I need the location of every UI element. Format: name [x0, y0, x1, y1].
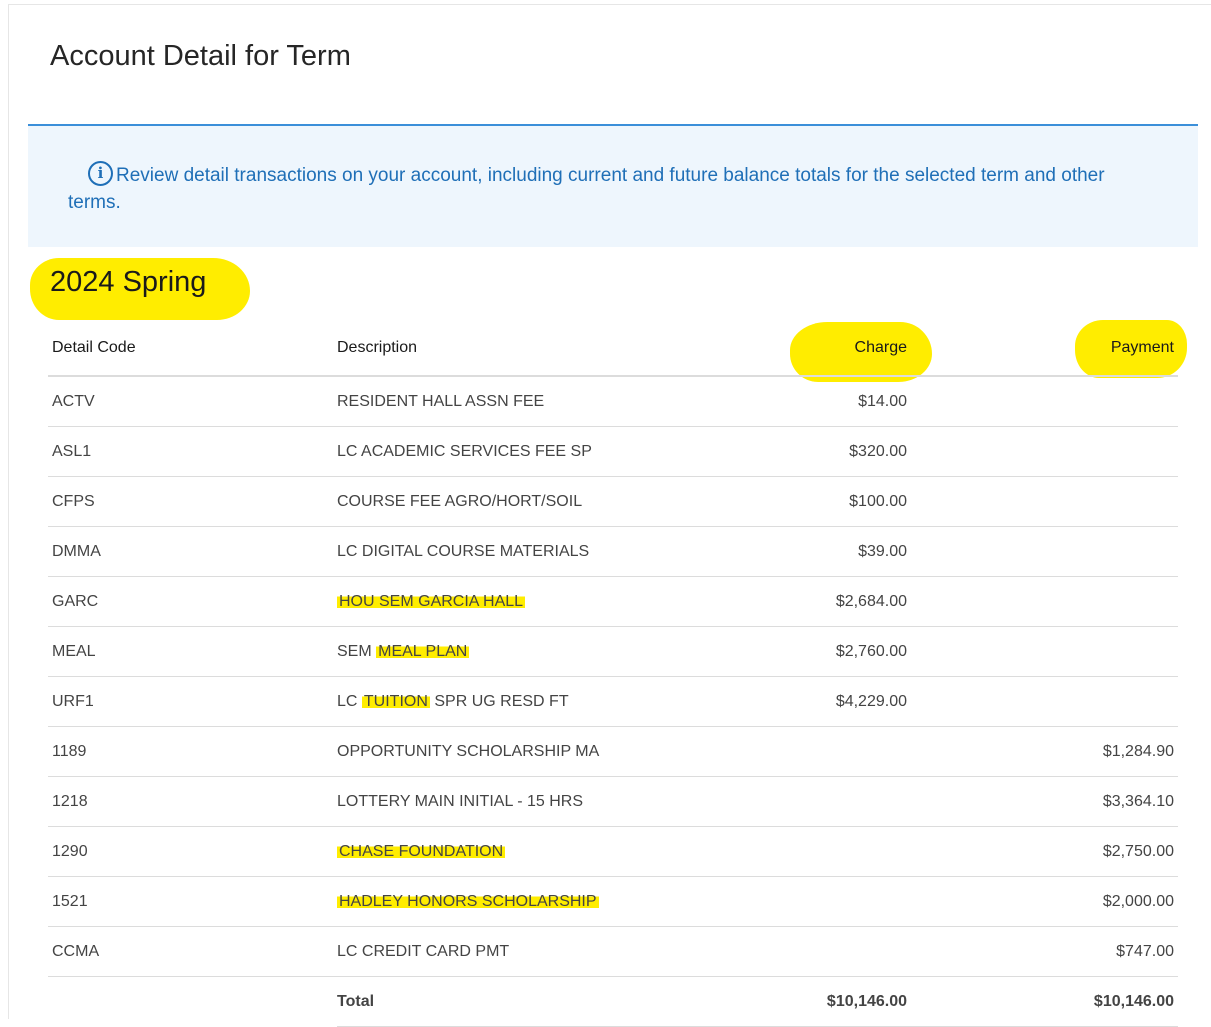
payment-amount: [911, 476, 1178, 527]
transactions-table: Detail Code Description Charge Payment A…: [48, 320, 1178, 1027]
total-charge: $10,146.00: [807, 976, 911, 1027]
detail-code: ACTV: [48, 376, 337, 427]
header-detail-code: Detail Code: [48, 320, 337, 377]
charge-amount: [807, 926, 911, 977]
payment-amount: [911, 526, 1178, 577]
total-label: Total: [337, 976, 807, 1027]
charge-amount: [807, 826, 911, 877]
highlighted-description: CHASE FOUNDATION: [337, 842, 506, 860]
header-charge: Charge: [807, 320, 911, 377]
charge-amount: [807, 876, 911, 927]
payment-amount: [911, 576, 1178, 627]
header-payment: Payment: [911, 320, 1178, 377]
description: SEM MEAL PLAN: [337, 626, 807, 677]
payment-amount: [911, 376, 1178, 427]
highlighted-description: TUITION: [361, 692, 430, 710]
detail-code: ASL1: [48, 426, 337, 477]
charge-amount: $2,684.00: [807, 576, 911, 627]
description-prefix: LC: [337, 692, 362, 710]
table-row: ACTV RESIDENT HALL ASSN FEE $14.00: [48, 376, 1178, 427]
description: RESIDENT HALL ASSN FEE: [337, 376, 807, 427]
description: LC CREDIT CARD PMT: [337, 926, 807, 977]
detail-code: DMMA: [48, 526, 337, 577]
payment-amount: $747.00: [911, 926, 1178, 977]
table-row: 1189 OPPORTUNITY SCHOLARSHIP MA $1,284.9…: [48, 726, 1178, 777]
charge-amount: $2,760.00: [807, 626, 911, 677]
charge-amount: $39.00: [807, 526, 911, 577]
description: COURSE FEE AGRO/HORT/SOIL: [337, 476, 807, 527]
charge-amount: [807, 776, 911, 827]
charge-amount: $100.00: [807, 476, 911, 527]
detail-code: CCMA: [48, 926, 337, 977]
payment-amount: $2,750.00: [911, 826, 1178, 877]
total-spacer: [48, 977, 337, 1027]
table-row: 1218 LOTTERY MAIN INITIAL - 15 HRS $3,36…: [48, 776, 1178, 827]
description: OPPORTUNITY SCHOLARSHIP MA: [337, 726, 807, 777]
payment-amount: [911, 676, 1178, 727]
payment-amount: $1,284.90: [911, 726, 1178, 777]
description: LOTTERY MAIN INITIAL - 15 HRS: [337, 776, 807, 827]
payment-amount: $2,000.00: [911, 876, 1178, 927]
payment-amount: [911, 426, 1178, 477]
description-prefix: SEM: [337, 642, 377, 660]
page-frame-left: [8, 4, 9, 1019]
detail-code: GARC: [48, 576, 337, 627]
term-heading: 2024 Spring: [50, 266, 207, 298]
charge-amount: $4,229.00: [807, 676, 911, 727]
info-banner: i Review detail transactions on your acc…: [28, 126, 1198, 247]
detail-code: 1290: [48, 826, 337, 877]
highlighted-description: HADLEY HONORS SCHOLARSHIP: [337, 892, 599, 910]
description: LC ACADEMIC SERVICES FEE SP: [337, 426, 807, 477]
detail-code: 1521: [48, 876, 337, 927]
payment-amount: [911, 626, 1178, 677]
table-header-row: Detail Code Description Charge Payment: [48, 320, 1178, 377]
header-description: Description: [337, 320, 807, 377]
table-row: CFPS COURSE FEE AGRO/HORT/SOIL $100.00: [48, 476, 1178, 527]
charge-amount: [807, 726, 911, 777]
detail-code: CFPS: [48, 476, 337, 527]
detail-code: MEAL: [48, 626, 337, 677]
description: LC TUITION SPR UG RESD FT: [337, 676, 807, 727]
total-payment: $10,146.00: [911, 976, 1178, 1027]
charge-amount: $320.00: [807, 426, 911, 477]
detail-code: URF1: [48, 676, 337, 727]
payment-amount: $3,364.10: [911, 776, 1178, 827]
table-row: 1521 HADLEY HONORS SCHOLARSHIP $2,000.00: [48, 876, 1178, 927]
info-banner-text: Review detail transactions on your accou…: [68, 165, 1105, 213]
table-row: 1290 CHASE FOUNDATION $2,750.00: [48, 826, 1178, 877]
detail-code: 1218: [48, 776, 337, 827]
description: LC DIGITAL COURSE MATERIALS: [337, 526, 807, 577]
table-row: MEAL SEM MEAL PLAN $2,760.00: [48, 626, 1178, 677]
table-row: URF1 LC TUITION SPR UG RESD FT $4,229.00: [48, 676, 1178, 727]
detail-code: 1189: [48, 726, 337, 777]
description: HADLEY HONORS SCHOLARSHIP: [337, 876, 807, 927]
table-row: DMMA LC DIGITAL COURSE MATERIALS $39.00: [48, 526, 1178, 577]
description: CHASE FOUNDATION: [337, 826, 807, 877]
table-row: CCMA LC CREDIT CARD PMT $747.00: [48, 926, 1178, 977]
page-title: Account Detail for Term: [50, 40, 351, 72]
table-row: ASL1 LC ACADEMIC SERVICES FEE SP $320.00: [48, 426, 1178, 477]
total-row: Total $10,146.00 $10,146.00: [48, 976, 1178, 1027]
highlighted-description: HOU SEM GARCIA HALL: [337, 592, 526, 610]
highlighted-description: MEAL PLAN: [376, 642, 470, 660]
page-frame-top: [8, 4, 1211, 5]
charge-amount: $14.00: [807, 376, 911, 427]
table-row: GARC HOU SEM GARCIA HALL $2,684.00: [48, 576, 1178, 627]
description-suffix: SPR UG RESD FT: [429, 692, 569, 710]
description: HOU SEM GARCIA HALL: [337, 576, 807, 627]
